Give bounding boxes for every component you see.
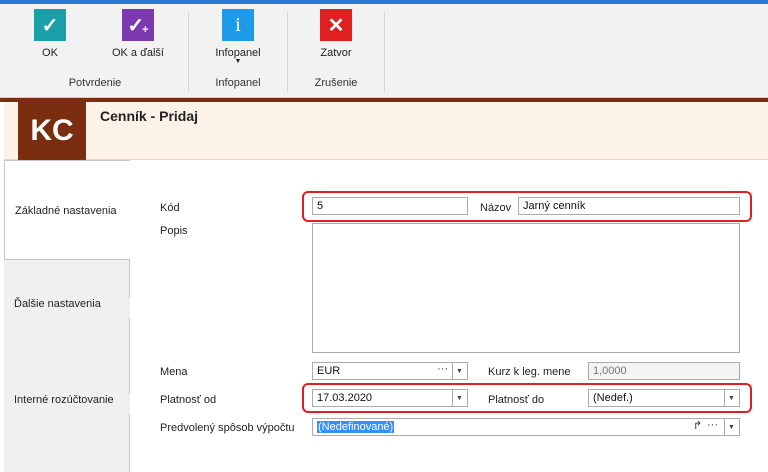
- tab-label: Základné nastavenia: [15, 205, 117, 217]
- calc-method-value: (Nedefinované): [317, 421, 395, 433]
- currency-select[interactable]: EUR ··· ▼: [312, 362, 468, 380]
- tab-other-settings[interactable]: Ďalšie nastavenia: [4, 298, 130, 318]
- chevron-down-icon[interactable]: ▼: [724, 419, 738, 435]
- ribbon-separator: [384, 12, 385, 92]
- close-icon: ✕: [320, 9, 352, 41]
- tab-internal-allocation[interactable]: Interné rozúčtovanie: [4, 394, 130, 414]
- chevron-down-icon[interactable]: ▼: [452, 363, 466, 379]
- currency-label: Mena: [160, 366, 188, 378]
- group-label-infopanel: Infopanel: [215, 77, 261, 89]
- description-label: Popis: [160, 225, 188, 237]
- dropdown-arrow-icon: ▼: [234, 58, 242, 65]
- exchange-rate-field: 1,0000: [588, 362, 740, 380]
- more-options-icon[interactable]: ···: [707, 419, 718, 431]
- calc-method-label: Predvolený spôsob výpočtu: [160, 422, 295, 434]
- form-content: Kód 5 Názov Jarný cenník Popis Mena EUR …: [130, 160, 768, 472]
- ribbon-toolbar: ✓ OK ✓ + OK a ďalší i Infopanel ▼ ✕ Zatvo…: [0, 4, 768, 98]
- tab-label: Ďalšie nastavenia: [14, 298, 101, 310]
- side-tabs: Základné nastavenia Ďalšie nastavenia In…: [4, 160, 130, 472]
- close-button[interactable]: ✕ Zatvor: [296, 9, 376, 59]
- ribbon-separator: [188, 12, 189, 92]
- description-textarea[interactable]: [312, 223, 740, 353]
- more-options-icon[interactable]: ···: [437, 363, 448, 375]
- tab-label: Interné rozúčtovanie: [14, 394, 114, 406]
- tab-basic-settings[interactable]: Základné nastavenia: [4, 160, 130, 260]
- calc-method-select[interactable]: (Nedefinované) ↱ ··· ▼: [312, 418, 740, 436]
- checkmark-plus-icon: ✓ +: [122, 9, 154, 41]
- form-logo: KC: [18, 102, 86, 160]
- infopanel-button[interactable]: i Infopanel ▼: [198, 9, 278, 65]
- highlight-box: [302, 191, 752, 222]
- ok-and-next-button[interactable]: ✓ + OK a ďalší: [98, 9, 178, 59]
- code-label: Kód: [160, 202, 180, 214]
- group-label-confirm: Potvrdenie: [68, 77, 122, 89]
- valid-from-label: Platnosť od: [160, 394, 217, 406]
- ok-and-next-label: OK a ďalší: [111, 47, 164, 59]
- info-icon: i: [222, 9, 254, 41]
- group-label-cancel: Zrušenie: [314, 77, 358, 89]
- highlight-box: [302, 383, 752, 413]
- tabs-background: [4, 260, 130, 472]
- exchange-rate-label: Kurz k leg. mene: [488, 366, 571, 378]
- close-label: Zatvor: [320, 47, 352, 59]
- page-title: Cenník - Pridaj: [100, 108, 199, 124]
- currency-value: EUR: [317, 365, 341, 377]
- ok-label: OK: [42, 47, 58, 59]
- open-link-icon[interactable]: ↱: [693, 419, 702, 432]
- ok-button[interactable]: ✓ OK: [10, 9, 90, 59]
- form-header: KC Cenník - Pridaj: [4, 102, 768, 160]
- checkmark-icon: ✓: [34, 9, 66, 41]
